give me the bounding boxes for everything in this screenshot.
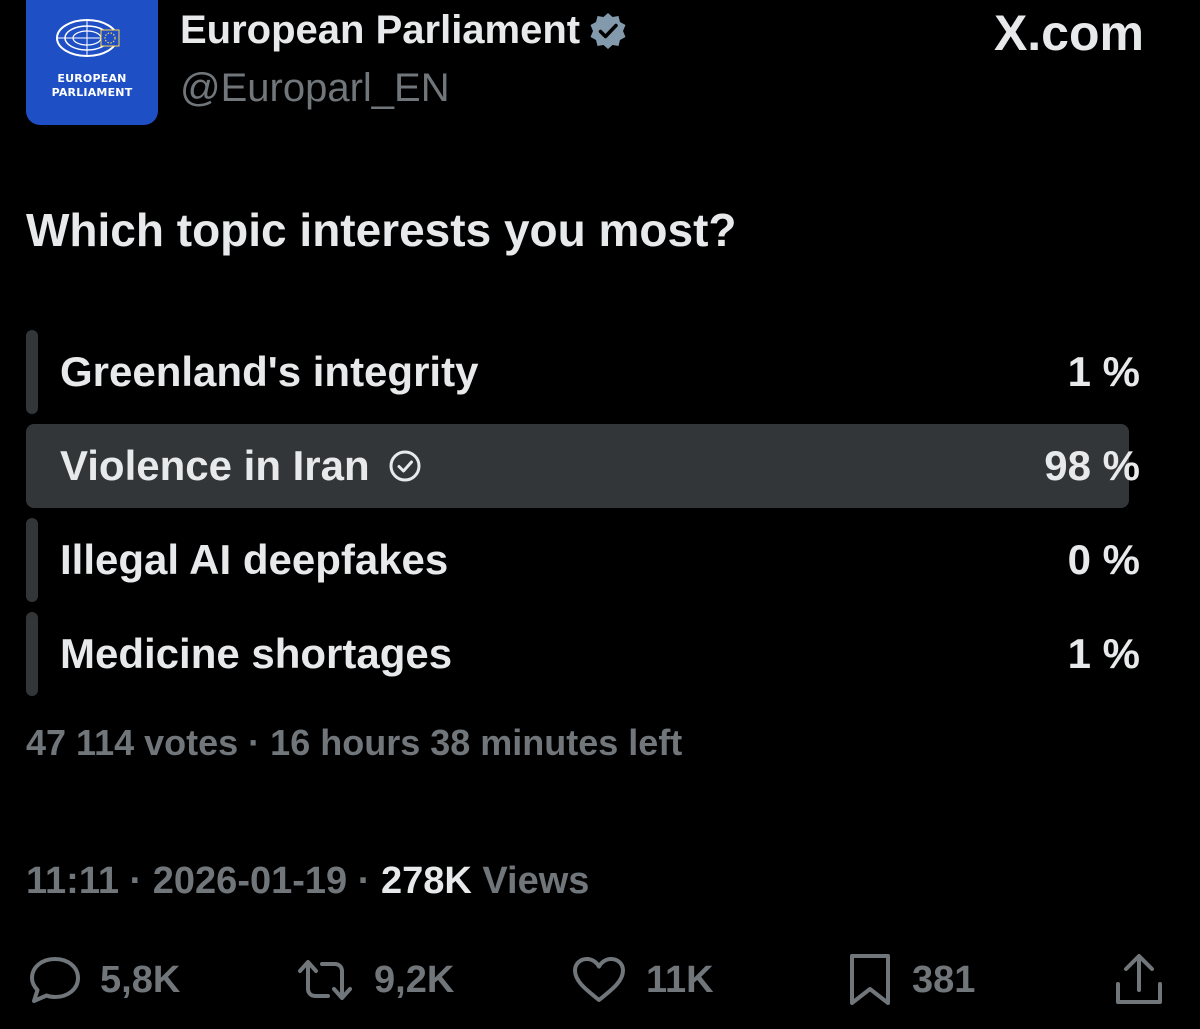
poll-option-percent: 1 % — [1067, 348, 1140, 395]
views-label: Views — [482, 860, 590, 902]
poll-option-label: Illegal AI deepfakes — [60, 536, 449, 583]
poll-option-percent: 0 % — [1067, 536, 1140, 583]
share-icon — [1116, 954, 1162, 1004]
bookmark-icon — [850, 954, 890, 1005]
poll-option-percent: 98 % — [1044, 442, 1140, 489]
tweet-header: EUROPEAN PARLIAMENT European Parliament … — [0, 0, 1200, 140]
avatar[interactable]: EUROPEAN PARLIAMENT — [26, 0, 158, 125]
poll-time-left: 16 hours 38 minutes left — [270, 722, 683, 763]
repost-button[interactable]: 9,2K — [294, 945, 454, 1015]
poll-option[interactable]: Greenland's integrity 1 % — [26, 330, 1152, 414]
heart-icon — [573, 957, 625, 1002]
views-count[interactable]: 278K — [381, 860, 472, 902]
poll-option-percent: 1 % — [1067, 630, 1140, 677]
author-handle[interactable]: @Europarl_EN — [180, 66, 450, 111]
tweet-time[interactable]: 11:11 — [26, 860, 119, 902]
check-circle-icon — [389, 450, 421, 482]
separator: · — [347, 860, 381, 902]
reply-count: 5,8K — [100, 958, 181, 1001]
like-count: 11K — [646, 958, 714, 1001]
reply-icon — [30, 957, 80, 1003]
bookmark-count: 381 — [912, 958, 976, 1001]
author-name-text: European Parliament — [180, 8, 581, 52]
like-button[interactable]: 11K — [570, 945, 714, 1015]
reply-button[interactable]: 5,8K — [28, 945, 180, 1015]
separator: · — [119, 860, 153, 902]
poll-option-bar — [26, 518, 38, 602]
repost-count: 9,2K — [374, 958, 455, 1001]
poll-question: Which topic interests you most? — [26, 204, 737, 256]
separator: · — [238, 722, 271, 763]
poll-option[interactable]: Violence in Iran 98 % — [26, 424, 1152, 508]
repost-icon — [298, 960, 352, 1000]
poll-option-bar — [26, 612, 38, 696]
poll-option-bar — [26, 330, 38, 414]
tweet-date[interactable]: 2026-01-19 — [153, 860, 347, 902]
poll: Greenland's integrity 1 % Violence in Ir… — [26, 330, 1152, 706]
tweet-timestamp: 11:11 · 2026-01-19 · 278K Views — [26, 860, 589, 903]
verified-badge-icon — [590, 12, 626, 49]
avatar-label: EUROPEAN PARLIAMENT — [51, 72, 133, 99]
poll-option-label: Medicine shortages — [60, 630, 453, 677]
poll-votes: 47 114 votes — [26, 722, 239, 763]
poll-option[interactable]: Medicine shortages 1 % — [26, 612, 1152, 696]
share-button[interactable] — [1112, 945, 1184, 1015]
poll-option[interactable]: Illegal AI deepfakes 0 % — [26, 518, 1152, 602]
poll-option-label: Violence in Iran — [60, 424, 422, 508]
x-watermark: X.com — [993, 5, 1144, 61]
action-bar: 5,8K 9,2K 11K 381 — [0, 945, 1200, 1015]
author-name[interactable]: European Parliament — [180, 8, 628, 53]
poll-option-label: Greenland's integrity — [60, 348, 479, 395]
parliament-logo-icon — [56, 19, 120, 57]
bookmark-button[interactable]: 381 — [846, 945, 975, 1015]
poll-meta: 47 114 votes · 16 hours 38 minutes left — [26, 722, 682, 764]
